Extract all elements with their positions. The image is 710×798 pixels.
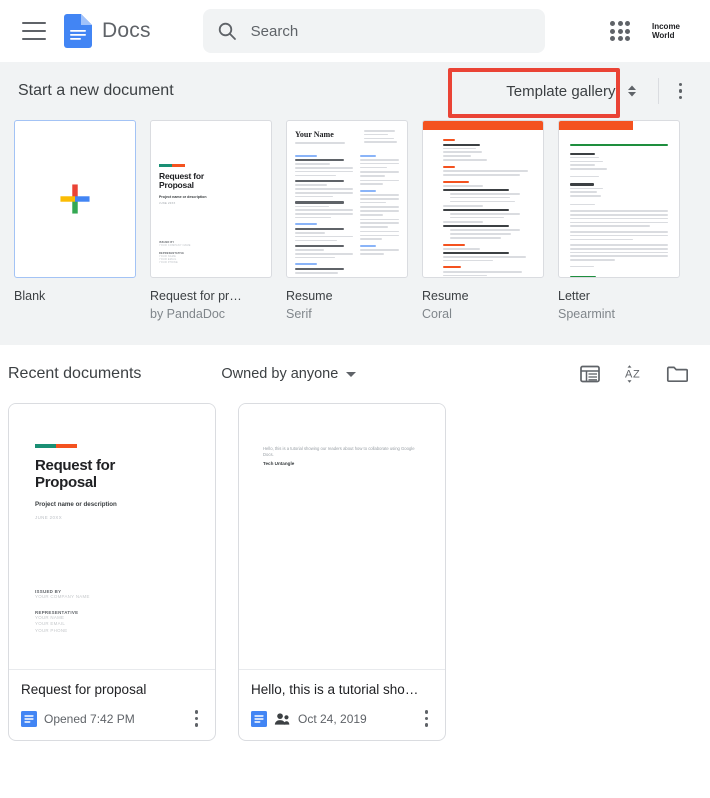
template-card-blank[interactable]: Blank: [14, 120, 136, 323]
template-gallery-label: Template gallery: [506, 82, 616, 100]
template-card-row: Blank Request for Proposal Project name o…: [0, 120, 710, 323]
owner-filter-dropdown[interactable]: Owned by anyone: [213, 360, 364, 388]
document-title: Request for proposal: [21, 682, 147, 697]
representative-name: YOUR NAME: [35, 614, 65, 620]
template-label: Resume: [422, 289, 469, 303]
toolbar-divider: [657, 78, 659, 104]
recent-view-controls: A Z: [580, 364, 688, 384]
resume-name: Your Name: [295, 130, 334, 139]
search-bar[interactable]: [202, 9, 545, 53]
app-title: Docs: [102, 19, 151, 42]
template-sublabel: Spearmint: [558, 307, 615, 322]
template-card-resume-serif[interactable]: Your Name Resume Serif: [286, 120, 408, 323]
document-title: Hello, this is a tutorial sho…: [251, 682, 419, 697]
template-thumbnail-resume-serif: Your Name: [286, 120, 408, 278]
document-meta: Hello, this is a tutorial sho… Oct 24, 2…: [239, 670, 445, 740]
spearmint-signature: [570, 276, 596, 277]
document-preview-date: JUNE 20XX: [35, 514, 63, 520]
document-card[interactable]: Hello, this is a tutorial showing our re…: [238, 403, 446, 741]
spearmint-rule: [570, 144, 668, 146]
template-label: Blank: [14, 289, 46, 303]
chevron-updown-icon: [626, 84, 638, 98]
recent-documents-grid: Request for Proposal Project name or desc…: [0, 403, 710, 741]
document-preview-footer: ISSUED BY YOUR COMPANY NAME REPRESENTATI…: [35, 580, 90, 635]
template-sublabel: by PandaDoc: [150, 307, 226, 322]
template-thumbnail-blank: [14, 120, 136, 278]
section-title-recent-documents: Recent documents: [8, 365, 142, 382]
template-card-request-for-proposal[interactable]: Request for Proposal Project name or desc…: [150, 120, 272, 323]
template-thumbnail-resume-coral: [422, 120, 544, 278]
google-docs-file-icon: [251, 710, 267, 727]
avatar[interactable]: Income World: [652, 22, 686, 40]
google-docs-logo-icon[interactable]: [64, 14, 92, 48]
folder-icon[interactable]: [666, 365, 688, 383]
rfp-subtitle: Project name or description: [159, 194, 207, 199]
representative-phone: YOUR PHONE: [35, 628, 68, 634]
template-sublabel: Serif: [286, 307, 312, 322]
rfp-accent-rule: [35, 444, 77, 448]
rfp-accent-rule: [159, 164, 185, 167]
template-gallery-group: Template gallery: [496, 75, 692, 108]
document-subinfo: Oct 24, 2019: [251, 706, 433, 731]
header-right-group: Income World: [610, 21, 694, 41]
owner-filter-label: Owned by anyone: [221, 366, 339, 382]
document-preview-subtitle: Project name or description: [35, 500, 117, 508]
sort-az-icon[interactable]: A Z: [622, 364, 644, 384]
representative-email: YOUR EMAIL: [35, 621, 66, 627]
template-label: Letter: [558, 289, 590, 303]
rfp-heading: Request for Proposal: [159, 170, 205, 191]
document-timestamp: Oct 24, 2019: [298, 711, 367, 726]
template-sublabel: Coral: [422, 307, 452, 322]
avatar-line-2: World: [652, 31, 675, 40]
plus-icon: [60, 184, 90, 214]
document-timestamp: Opened 7:42 PM: [44, 711, 135, 726]
document-subinfo: Opened 7:42 PM: [21, 706, 203, 731]
caret-down-icon: [346, 371, 357, 377]
avatar-line-1: Income: [652, 21, 681, 31]
document-preview-line-1: Hello, this is a tutorial showing our re…: [263, 446, 415, 458]
app-header: Docs Income World: [0, 0, 710, 62]
template-toolbar: Start a new document Template gallery: [0, 62, 710, 120]
template-thumbnail-request-for-proposal: Request for Proposal Project name or desc…: [150, 120, 272, 278]
template-card-resume-coral[interactable]: Resume Coral: [422, 120, 544, 323]
search-input[interactable]: [250, 22, 531, 40]
document-thumbnail: Request for Proposal Project name or desc…: [9, 404, 215, 670]
rfp-footer: ISSUED BY YOUR COMPANY NAME REPRESENTATI…: [159, 241, 191, 264]
template-label: Resume: [286, 289, 333, 303]
document-more-options-icon[interactable]: [420, 706, 434, 731]
template-gallery-button[interactable]: Template gallery: [496, 75, 647, 108]
search-icon: [217, 21, 237, 41]
document-card[interactable]: Request for Proposal Project name or desc…: [8, 403, 216, 741]
apps-grid-icon[interactable]: [610, 21, 630, 41]
document-preview-heading: Request for Proposal: [35, 457, 116, 492]
document-more-options-icon[interactable]: [190, 706, 204, 731]
recent-documents-toolbar: Recent documents Owned by anyone A Z: [0, 345, 710, 403]
issued-by-value: YOUR COMPANY NAME: [35, 593, 90, 599]
template-card-letter-spearmint[interactable]: Letter Spearmint: [558, 120, 680, 323]
template-thumbnail-letter-spearmint: [558, 120, 680, 278]
document-preview-line-2: Tech Untangle: [263, 460, 295, 466]
svg-text:A: A: [625, 369, 633, 381]
hamburger-icon[interactable]: [22, 22, 46, 40]
list-view-icon[interactable]: [580, 365, 600, 383]
document-thumbnail: Hello, this is a tutorial showing our re…: [239, 404, 445, 670]
document-meta: Request for proposal Opened 7:42 PM: [9, 670, 215, 740]
section-title-start-new: Start a new document: [18, 82, 174, 99]
template-more-options-icon[interactable]: [669, 75, 693, 108]
rfp-date: JUNE 20XX: [159, 201, 176, 205]
people-shared-icon: [274, 712, 291, 726]
google-docs-file-icon: [21, 710, 37, 727]
svg-text:Z: Z: [633, 369, 640, 381]
start-new-document-section: Start a new document Template gallery Bl…: [0, 62, 710, 345]
template-label: Request for pr…: [150, 289, 242, 303]
